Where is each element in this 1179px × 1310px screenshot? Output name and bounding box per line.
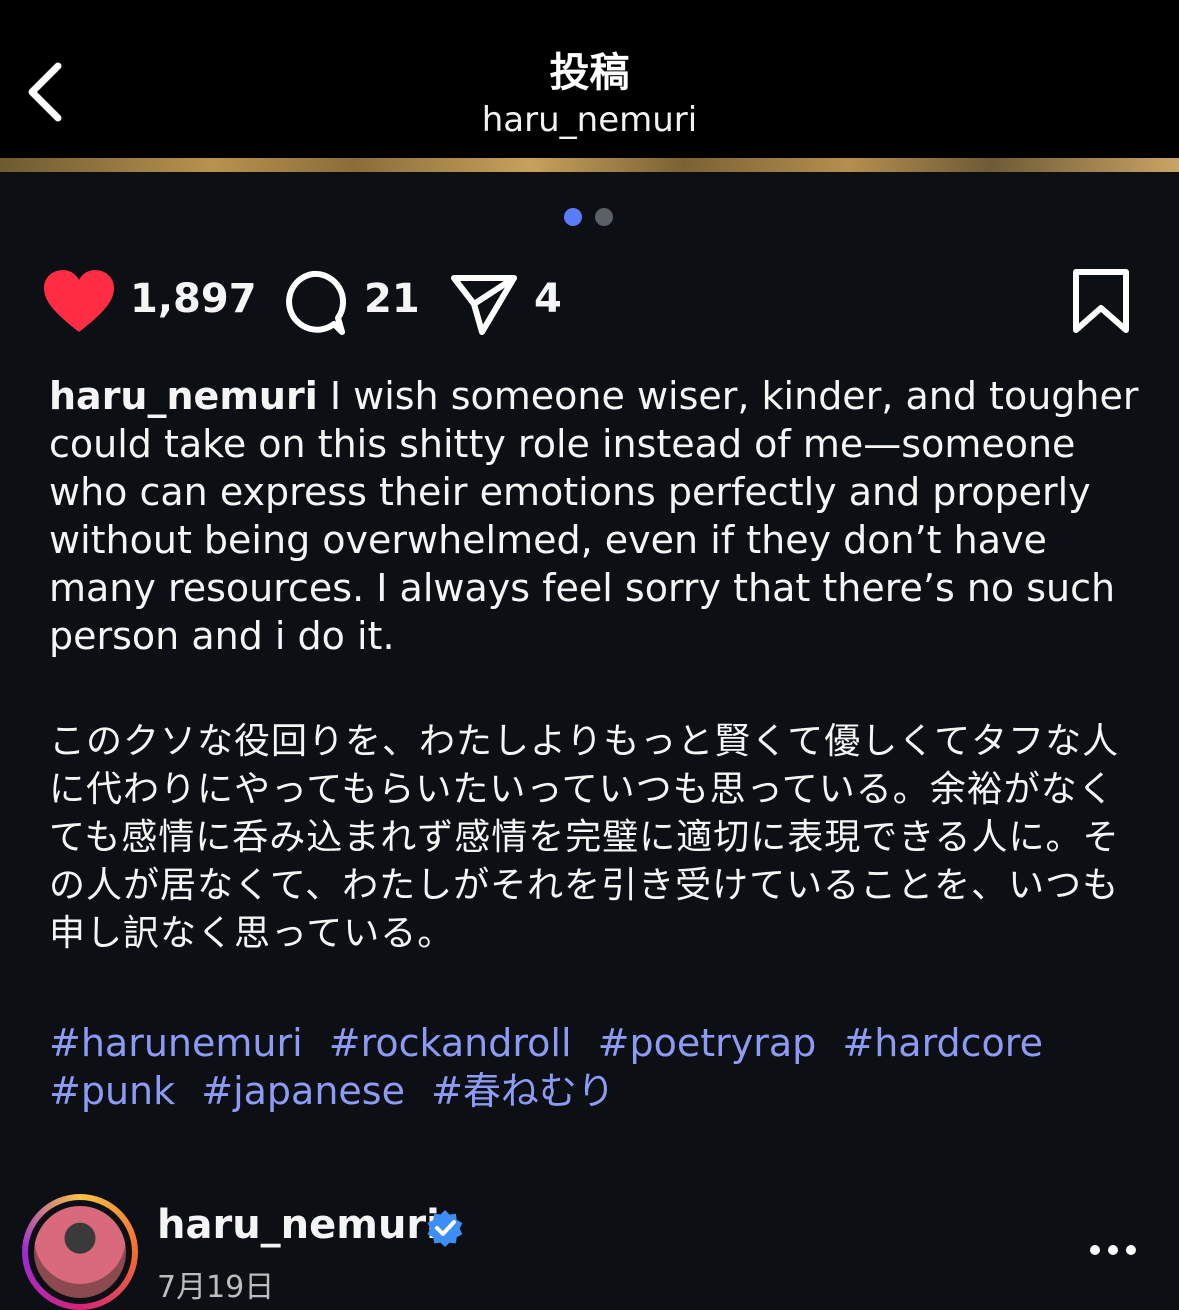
share-count[interactable]: 4 <box>534 276 562 322</box>
hashtag-link[interactable]: #harunemuri <box>49 1021 303 1065</box>
like-count[interactable]: 1,897 <box>130 276 257 322</box>
hashtag-link[interactable]: #rockandroll <box>329 1021 572 1065</box>
avatar-story-ring[interactable] <box>22 1194 138 1310</box>
avatar <box>34 1206 126 1298</box>
hashtag-link[interactable]: #hardcore <box>842 1021 1043 1065</box>
author-row: haru_nemuri 7月19日 <box>0 1190 1179 1310</box>
comment-icon[interactable] <box>278 268 348 338</box>
caption-english: haru_nemuri I wish someone wiser, kinder… <box>49 372 1139 660</box>
hashtag-link[interactable]: #japanese <box>201 1069 405 1113</box>
post-image-edge[interactable] <box>0 158 1179 172</box>
more-icon[interactable] <box>1087 1240 1139 1260</box>
caption-text-ja: このクソな役回りを、わたしよりもっと賢くて優しくてタフな人に代わりにやってもらい… <box>49 721 1120 954</box>
carousel-dot <box>595 208 613 226</box>
hashtag-link[interactable]: #春ねむり <box>431 1069 615 1113</box>
page-subtitle-username[interactable]: haru_nemuri <box>0 100 1179 140</box>
share-icon[interactable] <box>448 268 520 336</box>
page-title: 投稿 <box>549 50 630 96</box>
carousel-dot-active <box>564 208 582 226</box>
avatar-border <box>28 1200 132 1304</box>
comment-count[interactable]: 21 <box>364 276 420 322</box>
author-username[interactable]: haru_nemuri <box>157 1202 440 1248</box>
bookmark-icon[interactable] <box>1072 268 1130 334</box>
hashtag-link[interactable]: #poetryrap <box>598 1021 817 1065</box>
caption-username[interactable]: haru_nemuri <box>49 374 318 418</box>
hashtag-link[interactable]: #punk <box>49 1069 175 1113</box>
verified-icon <box>427 1210 463 1247</box>
heart-icon[interactable] <box>42 268 116 334</box>
hashtag-list: #harunemuri #rockandroll #poetryrap #har… <box>49 1019 1149 1115</box>
top-bar: 投稿 haru_nemuri <box>0 0 1179 160</box>
post-date: 7月19日 <box>157 1270 275 1305</box>
action-bar: 1,897 21 4 <box>0 262 1179 342</box>
